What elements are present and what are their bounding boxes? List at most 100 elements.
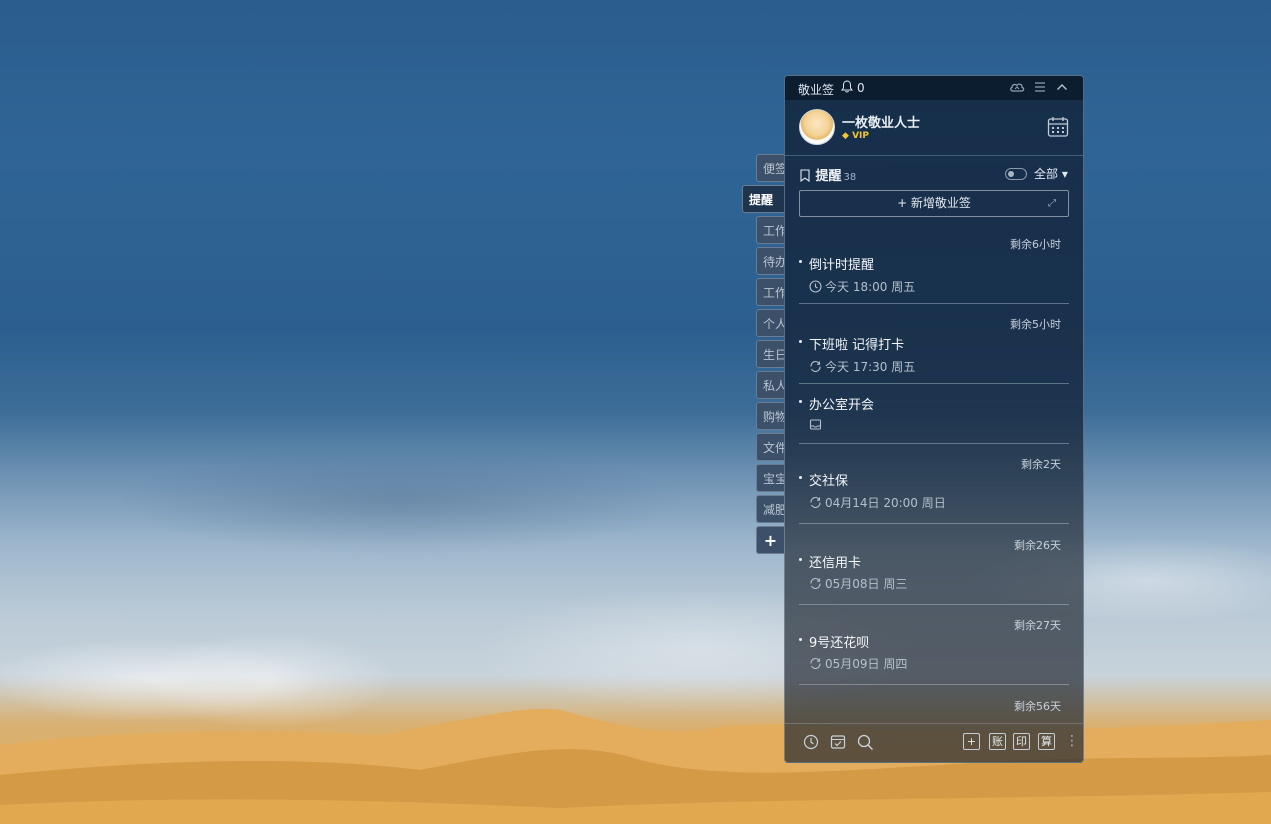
menu-icon[interactable] [1034, 81, 1046, 96]
collapse-icon[interactable] [1056, 81, 1068, 96]
calculator-button[interactable]: 算 [1038, 733, 1055, 750]
side-tab-baby[interactable]: 宝宝 [756, 464, 784, 492]
divider [799, 523, 1069, 524]
bell-icon[interactable] [841, 80, 853, 96]
item-datetime: 今天 18:00 周五 [825, 280, 916, 294]
expand-icon[interactable]: ⤢ [1048, 191, 1056, 216]
repeat-icon [809, 657, 822, 673]
bullet [799, 558, 802, 561]
side-tab-label: 工作 [763, 224, 784, 238]
side-tab-work-2[interactable]: 工作 [756, 278, 784, 306]
side-tab-label: 宝宝 [763, 472, 784, 486]
clock-icon [809, 280, 822, 296]
side-tab-work[interactable]: 工作 [756, 216, 784, 244]
item-title: 9号还花呗 [809, 636, 870, 651]
item-title: 倒计时提醒 [809, 258, 875, 273]
divider [799, 684, 1069, 685]
add-tab-button[interactable]: + [756, 526, 784, 554]
bookmark-icon [799, 169, 811, 184]
plus-icon: + [763, 531, 778, 550]
repeat-icon [809, 360, 822, 376]
section-title: 提醒 [815, 169, 842, 184]
remaining-time: 剩余27天 [1014, 619, 1061, 632]
app-title: 敬业签 [798, 83, 835, 97]
side-tab-personal[interactable]: 个人 [756, 309, 784, 337]
item-meta: 05月08日 周三 [809, 575, 907, 593]
side-tab-files[interactable]: 文件 [756, 433, 784, 461]
side-tab-label: 私人 [763, 379, 784, 393]
user-name: 一枚敬业人士 [842, 116, 921, 131]
remaining-time: 剩余26天 [1014, 539, 1061, 552]
repeat-icon [809, 496, 822, 512]
title-bar[interactable]: 敬业签 0 [785, 76, 1083, 100]
remaining-time: 剩余6小时 [1010, 238, 1061, 251]
remaining-time: 剩余56天 [1014, 700, 1061, 713]
filter-dropdown[interactable]: 全部 ▾ [1034, 165, 1068, 182]
divider [799, 303, 1069, 304]
add-button[interactable]: + [963, 733, 980, 750]
side-tab-label: 生日 [763, 348, 784, 362]
side-tab-label: 减肥 [763, 503, 784, 517]
side-tab-notes[interactable]: 便签 [756, 154, 784, 182]
more-options-icon[interactable]: ⋮ [1065, 733, 1079, 749]
avatar[interactable] [799, 109, 835, 145]
show-done-toggle[interactable] [1005, 168, 1027, 180]
inbox-icon [809, 418, 822, 434]
search-icon[interactable] [857, 734, 874, 754]
item-meta [809, 418, 825, 434]
side-tab-label: 待办 [763, 255, 784, 269]
side-tab-label: 购物 [763, 410, 784, 424]
bullet [799, 260, 802, 263]
item-meta: 05月09日 周四 [809, 655, 907, 673]
divider [785, 155, 1083, 156]
side-tab-label: 便签 [763, 162, 784, 176]
repeat-icon [809, 577, 822, 593]
remaining-time: 剩余2天 [1021, 458, 1061, 471]
item-title: 办公室开会 [809, 398, 875, 413]
item-meta: 04月14日 20:00 周日 [809, 494, 946, 512]
notification-count: 0 [857, 81, 865, 95]
side-tab-todo[interactable]: 待办 [756, 247, 784, 275]
print-button[interactable]: 印 [1013, 733, 1030, 750]
bullet [799, 400, 802, 403]
vip-badge: ◆ VIP [842, 131, 869, 141]
side-tab-diet[interactable]: 减肥 [756, 495, 784, 523]
side-tab-shopping[interactable]: 购物 [756, 402, 784, 430]
side-tab-label: 提醒 [749, 193, 774, 207]
side-tab-reminders[interactable]: 提醒 [742, 185, 784, 213]
item-meta: 今天 18:00 周五 [809, 278, 915, 296]
bullet [799, 638, 802, 641]
bullet [799, 476, 802, 479]
add-note-button[interactable]: + 新增敬业签 ⤢ [799, 190, 1069, 217]
item-title: 还信用卡 [809, 556, 862, 571]
item-datetime: 05月08日 周三 [825, 577, 908, 591]
side-tab-label: 工作 [763, 286, 784, 300]
bottom-toolbar: + 账 印 算 ⋮ [785, 724, 1083, 762]
vip-label: VIP [852, 131, 869, 141]
item-meta: 今天 17:30 周五 [809, 358, 915, 376]
remaining-time: 剩余5小时 [1010, 318, 1061, 331]
section-header: 提醒 38 [799, 165, 856, 184]
item-datetime: 04月14日 20:00 周日 [825, 496, 946, 510]
calendar-icon[interactable] [1047, 116, 1069, 142]
side-tab-label: 个人 [763, 317, 784, 331]
account-button[interactable]: 账 [989, 733, 1006, 750]
side-tab-label: 文件 [763, 441, 784, 455]
item-title: 下班啦 记得打卡 [809, 338, 905, 353]
history-clock-icon[interactable] [803, 734, 819, 753]
bullet [799, 340, 802, 343]
section-count: 38 [843, 172, 857, 183]
item-datetime: 今天 17:30 周五 [825, 360, 916, 374]
divider [799, 604, 1069, 605]
add-note-label: + 新增敬业签 [897, 196, 971, 210]
diamond-icon: ◆ [842, 131, 849, 141]
side-tab-private[interactable]: 私人 [756, 371, 784, 399]
divider [799, 443, 1069, 444]
sticky-note-panel: 敬业签 0 一枚敬业人士 ◆ VIP 提醒38 全部 ▾ + 新增敬业签 ⤢ [784, 75, 1084, 763]
divider [799, 383, 1069, 384]
item-datetime: 05月09日 周四 [825, 657, 908, 671]
cloud-sync-icon[interactable] [1009, 81, 1025, 96]
item-title: 交社保 [809, 474, 849, 489]
completed-icon[interactable] [830, 734, 846, 753]
side-tab-birthday[interactable]: 生日 [756, 340, 784, 368]
